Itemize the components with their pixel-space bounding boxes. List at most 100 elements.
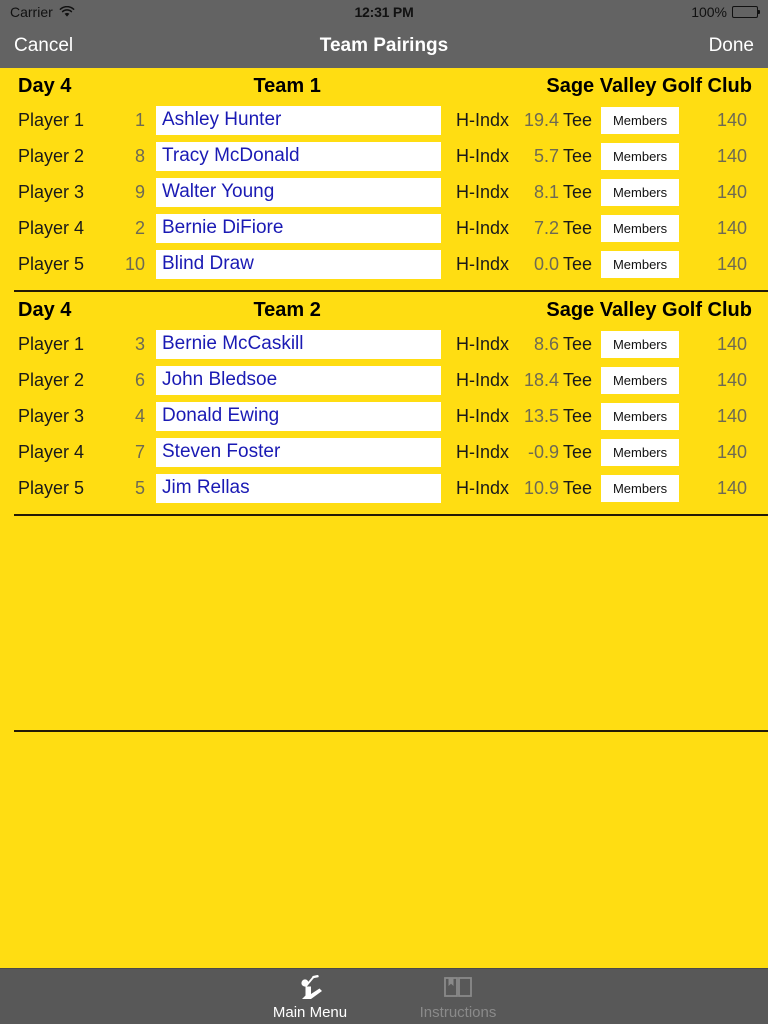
handicap-index-label: H-Indx [456,477,510,498]
player-name-input[interactable] [156,177,441,207]
player-name-input[interactable] [156,249,441,279]
handicap-index-value: -0.9 [527,441,560,462]
golfer-icon [292,973,328,1003]
tee-yardage-value: 140 [717,477,748,498]
player-slot-label: Player 4 [18,217,85,238]
done-button[interactable]: Done [709,35,754,57]
player-slot-label: Player 4 [18,441,85,462]
player-seed-number: 2 [134,217,145,238]
tee-select-button[interactable]: Members [601,106,680,134]
player-row: Player 2 6 H-Indx 18.4Tee Members 140 [0,362,768,398]
player-slot-label: Player 1 [18,109,85,130]
battery-icon [732,6,760,18]
player-slot-label: Player 2 [18,369,85,390]
handicap-index-label: H-Indx [456,405,510,426]
player-name-input[interactable] [156,437,441,467]
empty-list-area [0,516,768,730]
tee-select-button[interactable]: Members [601,330,680,358]
tee-label: Tee [563,369,593,390]
navigation-bar: Cancel Team Pairings Done [0,24,768,68]
tee-label: Tee [563,217,593,238]
tee-label: Tee [563,145,593,166]
player-seed-number: 1 [134,109,145,130]
team-section: Day 4 Team 2 Sage Valley Golf Club Player 1… [0,292,768,506]
handicap-index-label: H-Indx [456,145,510,166]
player-name-input[interactable] [156,365,441,395]
player-seed-number: 3 [134,333,145,354]
player-row: Player 5 10 H-Indx 0.0Tee Members 140 [0,246,768,282]
player-row: Player 1 3 H-Indx 8.6Tee Members 140 [0,326,768,362]
handicap-index-value: 18.4 [523,369,560,390]
player-seed-number: 10 [124,253,145,274]
handicap-index-value: 8.1 [533,181,560,202]
player-row: Player 5 5 H-Indx 10.9Tee Members 140 [0,470,768,506]
tee-yardage-value: 140 [717,369,748,390]
player-slot-label: Player 3 [18,181,85,202]
handicap-index-value: 0.0 [533,253,560,274]
tee-select-button[interactable]: Members [601,474,680,502]
section-team-label: Team 1 [253,74,321,97]
player-name-input[interactable] [156,213,441,243]
handicap-index-label: H-Indx [456,333,510,354]
status-bar-clock: 12:31 PM [354,4,414,20]
player-slot-label: Player 3 [18,405,85,426]
player-slot-label: Player 5 [18,253,85,274]
tab-instructions[interactable]: Instructions [403,973,513,1021]
player-row: Player 4 2 H-Indx 7.2Tee Members 140 [0,210,768,246]
battery-percent-label: 100% [691,4,727,20]
handicap-index-value: 7.2 [533,217,560,238]
player-seed-number: 7 [134,441,145,462]
status-bar-right: 100% [691,4,760,20]
player-seed-number: 8 [134,145,145,166]
tee-select-button[interactable]: Members [601,250,680,278]
tee-select-button[interactable]: Members [601,366,680,394]
tee-label: Tee [563,333,593,354]
tab-bar: Main Menu Instructions [0,968,768,1024]
player-row: Player 3 9 H-Indx 8.1Tee Members 140 [0,174,768,210]
handicap-index-label: H-Indx [456,441,510,462]
team-section: Day 4 Team 1 Sage Valley Golf Club Player 1… [0,68,768,282]
handicap-index-value: 5.7 [533,145,560,166]
player-row: Player 2 8 H-Indx 5.7Tee Members 140 [0,138,768,174]
sections-container: Day 4 Team 1 Sage Valley Golf Club Player 1… [0,68,768,732]
player-seed-number: 9 [134,181,145,202]
list-bottom-divider [14,730,768,732]
player-seed-number: 4 [134,405,145,426]
page-title: Team Pairings [319,35,449,56]
tee-select-button[interactable]: Members [601,178,680,206]
tab-instructions-label: Instructions [419,1004,497,1021]
player-name-input[interactable] [156,473,441,503]
player-row: Player 3 4 H-Indx 13.5Tee Members 140 [0,398,768,434]
section-team-label: Team 2 [253,298,321,321]
player-name-input[interactable] [156,329,441,359]
tee-select-button[interactable]: Members [601,142,680,170]
handicap-index-label: H-Indx [456,253,510,274]
tee-yardage-value: 140 [717,441,748,462]
tee-select-button[interactable]: Members [601,214,680,242]
handicap-index-value: 19.4 [523,109,560,130]
player-name-input[interactable] [156,141,441,171]
player-slot-label: Player 1 [18,333,85,354]
tab-main-menu[interactable]: Main Menu [255,973,365,1021]
team-section-header: Day 4 Team 2 Sage Valley Golf Club [0,294,768,326]
open-book-icon [443,973,473,1003]
tee-yardage-value: 140 [717,181,748,202]
section-course-label: Sage Valley Golf Club [546,298,752,321]
tee-label: Tee [563,109,593,130]
tee-yardage-value: 140 [717,405,748,426]
handicap-index-label: H-Indx [456,217,510,238]
handicap-index-value: 10.9 [523,477,560,498]
player-slot-label: Player 5 [18,477,85,498]
tee-select-button[interactable]: Members [601,402,680,430]
player-row: Player 4 7 H-Indx -0.9Tee Members 140 [0,434,768,470]
section-day-label: Day 4 [18,74,72,97]
tee-yardage-value: 140 [717,145,748,166]
cancel-button[interactable]: Cancel [14,35,73,57]
player-name-input[interactable] [156,105,441,135]
tee-select-button[interactable]: Members [601,438,680,466]
tee-label: Tee [563,181,593,202]
player-name-input[interactable] [156,401,441,431]
handicap-index-label: H-Indx [456,181,510,202]
section-course-label: Sage Valley Golf Club [546,74,752,97]
tee-yardage-value: 140 [717,253,748,274]
